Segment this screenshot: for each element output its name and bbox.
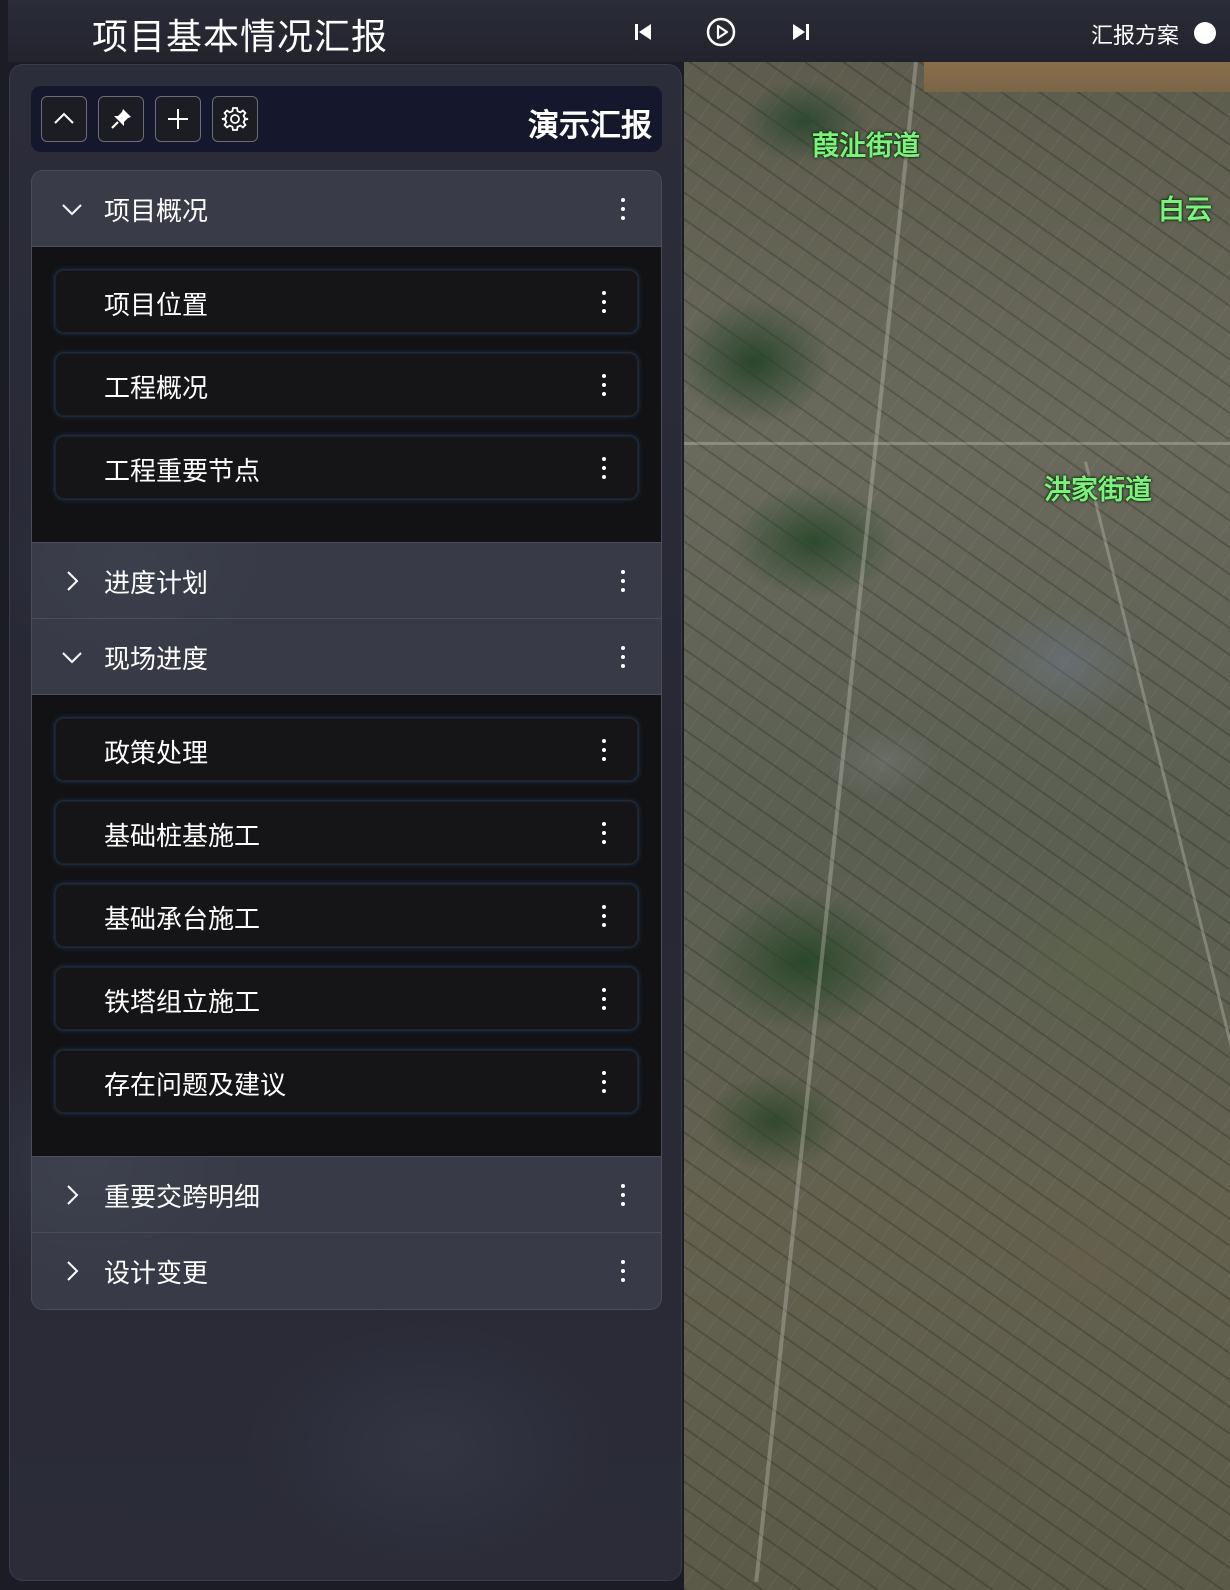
list-item[interactable]: 项目位置 [54,269,639,334]
item-label: 工程重要节点 [104,457,261,487]
more-options-icon[interactable] [594,901,614,931]
chevron-right-icon [67,1261,79,1281]
section-label: 设计变更 [104,1259,209,1289]
presentation-title: 演示汇报 [528,108,652,144]
chevron-up-icon [54,112,74,124]
more-options-icon[interactable] [594,818,614,848]
settings-button[interactable] [212,96,258,142]
more-options-icon[interactable] [594,453,614,483]
add-button[interactable] [155,96,201,142]
more-options-icon[interactable] [594,370,614,400]
item-label: 存在问题及建议 [104,1071,287,1101]
section-schedule-plan[interactable]: 进度计划 [32,543,661,619]
more-options-icon[interactable] [594,287,614,317]
report-panel: 演示汇报 项目概况 项目位置 工程概况 工程重要节点 进度计划 现场进度 政策处… [9,64,682,1581]
more-options-icon[interactable] [613,642,633,672]
item-label: 基础承台施工 [104,905,261,935]
skip-forward-icon [793,24,809,40]
satellite-map[interactable]: 葭沚街道 白云 洪家街道 [684,62,1230,1590]
section-body: 项目位置 工程概况 工程重要节点 [32,247,661,543]
section-crossing-details[interactable]: 重要交跨明细 [32,1157,661,1233]
river-area [924,62,1230,92]
plus-icon [168,109,188,129]
map-label-hongjia: 洪家街道 [1044,475,1152,506]
collapse-button[interactable] [41,96,87,142]
panel-toolbar: 演示汇报 [31,86,662,152]
map-road [754,62,918,1583]
more-options-icon[interactable] [594,735,614,765]
more-options-icon[interactable] [613,1180,633,1210]
list-item[interactable]: 政策处理 [54,717,639,782]
map-road [1084,461,1230,1530]
item-label: 政策处理 [104,739,209,769]
page-title: 项目基本情况汇报 [92,17,389,58]
list-item[interactable]: 存在问题及建议 [54,1049,639,1114]
play-button[interactable] [703,14,739,50]
item-label: 基础桩基施工 [104,822,261,852]
section-body: 政策处理 基础桩基施工 基础承台施工 铁塔组立施工 存在问题及建议 [32,695,661,1157]
section-site-progress[interactable]: 现场进度 [32,619,661,695]
section-label: 进度计划 [104,569,209,599]
previous-button[interactable] [625,14,661,50]
item-label: 铁塔组立施工 [104,988,261,1018]
pin-icon [111,109,131,129]
section-label: 项目概况 [104,197,209,227]
more-options-icon[interactable] [594,984,614,1014]
report-scheme-label: 汇报方案 [1091,24,1180,49]
list-item[interactable]: 工程重要节点 [54,435,639,500]
map-label-xiazhi: 葭沚街道 [812,131,920,162]
map-label-baiyun: 白云 [1158,195,1212,226]
list-item[interactable]: 铁塔组立施工 [54,966,639,1031]
report-tree: 项目概况 项目位置 工程概况 工程重要节点 进度计划 现场进度 政策处理 基础桩… [31,170,662,1310]
section-label: 重要交跨明细 [104,1183,261,1213]
section-project-overview[interactable]: 项目概况 [32,171,661,247]
section-label: 现场进度 [104,645,209,675]
more-options-icon[interactable] [613,194,633,224]
play-circle-icon [706,17,736,47]
list-item[interactable]: 基础桩基施工 [54,800,639,865]
pin-button[interactable] [98,96,144,142]
skip-back-icon [635,24,651,40]
app-window: 葭沚街道 白云 洪家街道 项目基本情况汇报 汇报方案 演示汇报 项目概况 项目位… [0,0,1230,1590]
report-scheme-toggle[interactable] [1194,22,1216,44]
chevron-down-icon [62,652,82,664]
list-item[interactable]: 基础承台施工 [54,883,639,948]
section-design-change[interactable]: 设计变更 [32,1233,661,1309]
gear-icon [221,107,249,131]
item-label: 工程概况 [104,374,209,404]
chevron-right-icon [67,1185,79,1205]
more-options-icon[interactable] [613,566,633,596]
chevron-right-icon [67,571,79,591]
chevron-down-icon [62,204,82,216]
list-item[interactable]: 工程概况 [54,352,639,417]
more-options-icon[interactable] [613,1256,633,1286]
more-options-icon[interactable] [594,1067,614,1097]
next-button[interactable] [783,14,819,50]
top-bar: 项目基本情况汇报 汇报方案 [8,0,1230,62]
item-label: 项目位置 [104,291,209,321]
map-road [684,442,1230,445]
